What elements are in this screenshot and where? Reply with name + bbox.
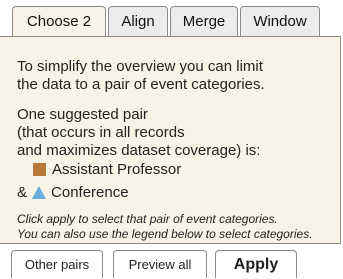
choose-2-panel: To simplify the overview you can limit t… — [0, 36, 341, 244]
instruction-note-line-2: You can also use the legend below to sel… — [17, 227, 313, 241]
pair-item-label: Conference — [51, 184, 129, 201]
instruction-note-line-1: Click apply to select that pair of event… — [17, 212, 278, 226]
tab-merge[interactable]: Merge — [170, 6, 238, 37]
tab-choose-2[interactable]: Choose 2 — [12, 6, 106, 38]
suggest-text-line-2: (that occurs in all records — [17, 124, 185, 141]
suggest-text-line-1: One suggested pair — [17, 106, 148, 123]
intro-text-line-2: the data to a pair of event categories. — [17, 76, 265, 93]
suggest-text-line-3: and maximizes dataset coverage) is: — [17, 142, 261, 159]
pair-item-label: Assistant Professor — [52, 161, 182, 178]
tab-bar: Choose 2 Align Merge Window — [12, 6, 322, 38]
pair-item-conference: & Conference — [17, 184, 129, 201]
tab-window[interactable]: Window — [240, 6, 320, 37]
tab-align[interactable]: Align — [108, 6, 168, 37]
intro-text-line-1: To simplify the overview you can limit — [17, 58, 263, 75]
pair-item-assistant-professor: Assistant Professor — [33, 161, 181, 178]
triangle-icon — [32, 186, 47, 199]
ampersand: & — [17, 184, 28, 201]
square-icon — [33, 163, 46, 176]
